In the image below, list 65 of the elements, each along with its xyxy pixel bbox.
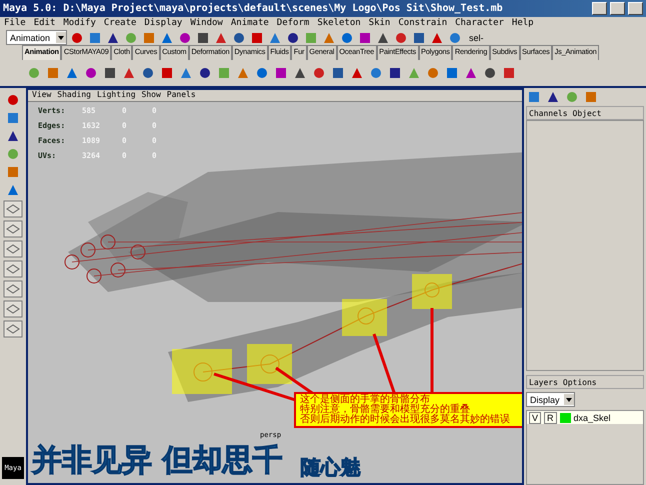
shelf-tool-icon[interactable] [83, 65, 99, 81]
menu-item[interactable]: Constrain [398, 18, 448, 28]
menu-item[interactable]: Modify [63, 18, 96, 28]
shelf-tool-icon[interactable] [197, 65, 213, 81]
panel-menu-item[interactable]: Show [142, 90, 161, 101]
menu-item[interactable]: Deform [276, 18, 310, 28]
shelf-tool-icon[interactable] [273, 65, 289, 81]
layer-row[interactable]: V R dxa_Skel [527, 411, 643, 424]
shelf-tool-icon[interactable] [501, 65, 517, 81]
menu-item[interactable]: Help [512, 18, 534, 28]
maximize-button[interactable] [610, 2, 625, 15]
shelf-tool-icon[interactable] [482, 65, 498, 81]
menu-item[interactable]: Create [104, 18, 136, 28]
shelf-tool-icon[interactable] [330, 65, 346, 81]
menu-item[interactable]: File [4, 18, 26, 28]
layout-icon[interactable] [3, 200, 23, 218]
annotation-line: 这个是侧面的手掌的骨骼分布 [300, 395, 430, 405]
caret-icon [564, 394, 574, 405]
minimize-button[interactable] [592, 2, 607, 15]
visibility-toggle[interactable]: V [529, 412, 542, 424]
slogan-text: 并非见异 但却思千 [32, 442, 282, 480]
shelf-tool-icon[interactable] [311, 65, 327, 81]
panel-menu-item[interactable]: View [32, 90, 52, 101]
layout-icon[interactable] [3, 280, 23, 298]
shelf-tool-icon[interactable] [444, 65, 460, 81]
layer-menu-item[interactable]: Layers [529, 378, 558, 386]
render-toggle[interactable]: R [544, 412, 557, 424]
shelf-tool-icon[interactable] [387, 65, 403, 81]
layer-name: dxa_Skel [574, 412, 611, 422]
caret-icon [56, 32, 66, 43]
menu-item[interactable]: Edit [34, 18, 56, 28]
shelf-tool-icon[interactable] [159, 65, 175, 81]
tool-icon[interactable] [5, 92, 21, 108]
layout-icon[interactable] [3, 300, 23, 318]
shelf-tool-icon[interactable] [254, 65, 270, 81]
layer-mode-dropdown[interactable]: Display [526, 392, 575, 407]
annotation-line: 否则后期动作的时候会出现很多莫名其妙的错误 [300, 415, 511, 425]
shelf-tool-icon[interactable] [140, 65, 156, 81]
close-button[interactable] [628, 2, 643, 15]
selection-label: sel- [469, 32, 484, 42]
highlight-box [412, 274, 452, 309]
highlight-box [247, 344, 292, 384]
menu-item[interactable]: Skin [368, 18, 390, 28]
highlight-box [172, 349, 232, 394]
menu-item[interactable]: Character [455, 18, 504, 28]
highlight-box [342, 299, 387, 336]
window-title: Maya 5.0: D:\Maya Project\maya\projects\default\scenes\My Logo\Pos Sit\Show_Test.mb [3, 3, 504, 14]
menu-item[interactable]: Animate [230, 18, 269, 28]
panel-menu-item[interactable]: Panels [166, 90, 196, 101]
panel-menu-item[interactable]: Shading [57, 90, 91, 101]
menu-item[interactable]: Skeleton [317, 18, 361, 28]
layout-icon[interactable] [3, 260, 23, 278]
mode-dropdown[interactable]: Animation [6, 30, 67, 45]
signature-text: 随心魅 [300, 454, 360, 481]
menu-item[interactable]: Window [190, 18, 223, 28]
annotation-line: 特别注意，骨骼需要和模型充分的重叠 [300, 405, 470, 415]
layout-icon[interactable] [3, 240, 23, 258]
panel-menu-item[interactable]: Lighting [96, 90, 136, 101]
layout-icon[interactable] [3, 220, 23, 238]
channel-menu-item[interactable]: Object [572, 108, 602, 118]
menu-item[interactable]: Display [144, 18, 182, 28]
channel-menu-item[interactable]: Channels [529, 108, 568, 118]
shelf-tool-icon[interactable] [102, 65, 118, 81]
layer-menu-item[interactable]: Options [562, 378, 597, 386]
layout-icon[interactable] [3, 320, 23, 338]
